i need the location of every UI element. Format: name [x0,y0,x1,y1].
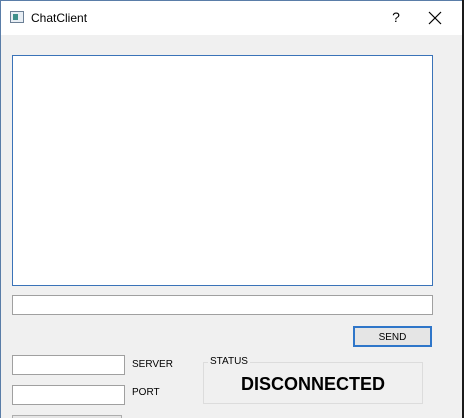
help-button[interactable]: ? [385,5,407,29]
window-title: ChatClient [31,11,88,25]
close-icon [428,11,442,25]
window-app-icon [10,11,24,23]
status-group-title: STATUS [208,356,250,367]
port-label: PORT [132,387,160,398]
connection-status-text: DISCONNECTED [240,374,385,394]
send-button[interactable]: SEND [353,326,432,347]
title-bar: ChatClient ? [1,1,462,35]
server-label: SERVER [132,359,173,370]
chat-log-area[interactable] [12,55,433,286]
message-input[interactable] [12,295,433,315]
chat-client-window: ChatClient ? SEND SERVER PORT STATUS DIS… [0,0,462,418]
close-button[interactable] [426,9,444,27]
port-input[interactable] [12,385,125,405]
server-input[interactable] [12,355,125,375]
